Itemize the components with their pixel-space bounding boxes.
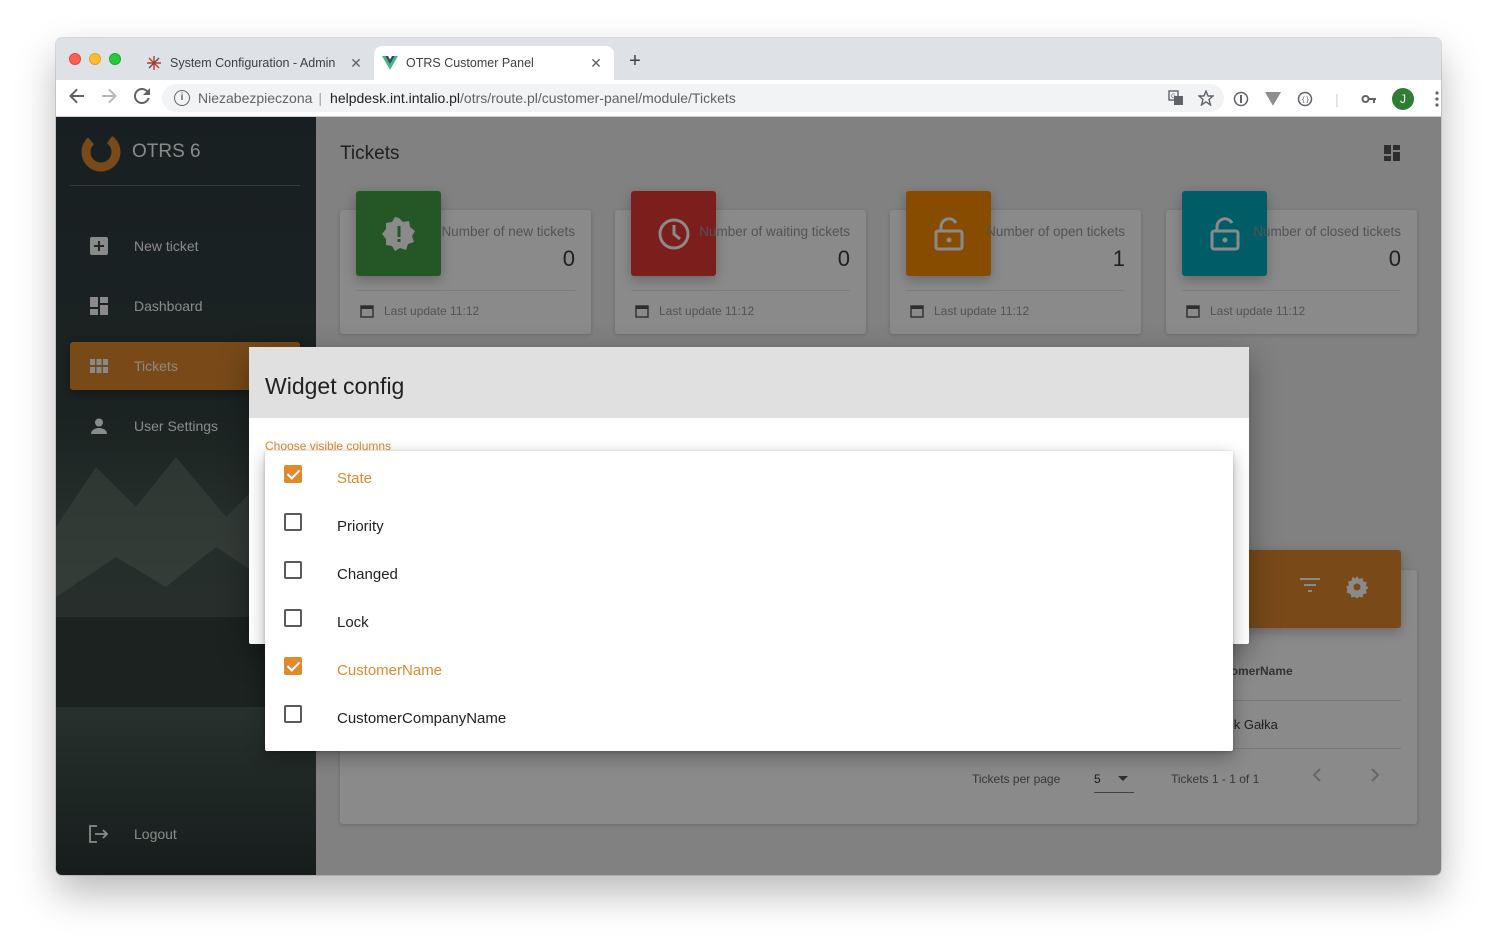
column-option-label: State bbox=[337, 470, 373, 487]
url-path: /otrs/route.pl/customer-panel/module/Tic… bbox=[460, 90, 736, 106]
checkbox-unchecked[interactable] bbox=[284, 705, 302, 723]
translate-icon[interactable]: G bbox=[1168, 90, 1184, 109]
maximize-window-button[interactable] bbox=[109, 53, 121, 65]
minimize-window-button[interactable] bbox=[89, 53, 101, 65]
otrs-admin-favicon-icon bbox=[146, 55, 162, 71]
column-option-customercompanyname[interactable]: CustomerCompanyName bbox=[265, 691, 1233, 739]
security-label: Niezabezpieczona bbox=[198, 90, 313, 106]
extension-icons: {} | J bbox=[1232, 88, 1441, 110]
extension-circle-icon[interactable]: {} bbox=[1296, 89, 1314, 109]
dialog-title: Widget config bbox=[265, 373, 405, 399]
tab-title: System Configuration - Admin bbox=[170, 56, 336, 70]
page-content: OTRS 6 New ticket Dashboard Tickets User… bbox=[56, 117, 1441, 875]
svg-text:G: G bbox=[1171, 93, 1176, 100]
forward-arrow-icon[interactable] bbox=[98, 88, 120, 110]
column-option-label: Lock bbox=[337, 614, 369, 631]
close-window-button[interactable] bbox=[69, 53, 81, 65]
tab-strip: System Configuration - Admin ✕ OTRS Cust… bbox=[56, 38, 1441, 80]
column-option-label: CustomerCompanyName bbox=[337, 710, 507, 727]
address-bar[interactable]: i Niezabezpieczona | helpdesk.int.intali… bbox=[162, 84, 1224, 112]
column-option-customername[interactable]: CustomerName bbox=[265, 643, 1233, 691]
checkbox-checked[interactable] bbox=[284, 465, 302, 483]
column-option-changed[interactable]: Changed bbox=[265, 547, 1233, 595]
column-option-label: Priority bbox=[337, 518, 384, 535]
checkbox-unchecked[interactable] bbox=[284, 561, 302, 579]
key-icon[interactable] bbox=[1360, 89, 1378, 109]
browser-window: System Configuration - Admin ✕ OTRS Cust… bbox=[56, 38, 1441, 875]
back-arrow-icon[interactable] bbox=[66, 88, 88, 110]
profile-avatar[interactable]: J bbox=[1392, 88, 1414, 110]
checkbox-unchecked[interactable] bbox=[284, 609, 302, 627]
reload-icon[interactable] bbox=[131, 87, 153, 110]
tab-otrs-customer-panel[interactable]: OTRS Customer Panel ✕ bbox=[374, 46, 614, 80]
password-manager-icon[interactable] bbox=[1232, 89, 1250, 109]
column-option-label: Changed bbox=[337, 566, 398, 583]
toolbar-divider: | bbox=[1335, 91, 1339, 107]
tab-close-icon[interactable]: ✕ bbox=[586, 55, 606, 72]
checkbox-unchecked[interactable] bbox=[284, 513, 302, 531]
browser-toolbar: i Niezabezpieczona | helpdesk.int.intali… bbox=[56, 80, 1441, 117]
column-option-state[interactable]: State bbox=[265, 451, 1233, 499]
dialog-header: Widget config bbox=[249, 347, 1249, 418]
column-option-lock[interactable]: Lock bbox=[265, 595, 1233, 643]
tab-title: OTRS Customer Panel bbox=[406, 56, 534, 70]
more-vertical-icon[interactable] bbox=[1428, 89, 1441, 109]
vue-favicon-icon bbox=[382, 55, 398, 71]
checkbox-checked[interactable] bbox=[284, 657, 302, 675]
tab-system-configuration[interactable]: System Configuration - Admin ✕ bbox=[138, 46, 374, 80]
column-option-priority[interactable]: Priority bbox=[265, 499, 1233, 547]
vue-devtools-icon[interactable] bbox=[1264, 89, 1282, 109]
new-tab-button[interactable]: + bbox=[624, 50, 646, 72]
omnibox-actions: G bbox=[1168, 89, 1215, 109]
bookmark-star-icon[interactable] bbox=[1197, 89, 1215, 109]
url-host: helpdesk.int.intalio.pl bbox=[330, 90, 461, 106]
tab-close-icon[interactable]: ✕ bbox=[346, 55, 366, 72]
svg-text:{}: {} bbox=[1301, 96, 1310, 104]
visible-columns-menu: State Priority Changed Lock CustomerName… bbox=[265, 451, 1233, 751]
info-icon[interactable]: i bbox=[174, 90, 190, 106]
column-option-label: CustomerName bbox=[337, 662, 443, 679]
address-separator: | bbox=[318, 90, 323, 106]
